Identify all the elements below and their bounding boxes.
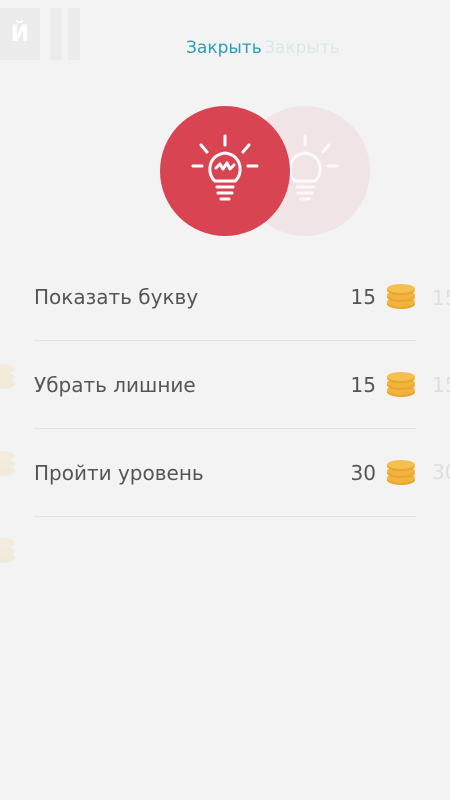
background-letter-tile: Й [0,8,40,60]
hint-label: Пройти уровень [34,460,204,485]
hint-remove-extra[interactable]: Убрать лишние 15 [34,341,416,429]
coin-stack-icon [0,451,15,476]
hint-list: Показать букву 15 Убрать лишние 15 Пройт… [34,253,416,517]
hint-price: 30 [350,459,416,486]
hint-skip-level[interactable]: Пройти уровень 30 [34,429,416,517]
ghost-price: 15 [432,286,450,310]
coin-stack-icon [387,283,415,309]
price-value: 15 [350,372,376,397]
price-value: 30 [350,460,376,485]
ghost-price: 30 [432,460,450,484]
background-tile [68,8,80,60]
hint-show-letter[interactable]: Показать букву 15 [34,253,416,341]
background-tile [50,8,62,60]
coin-stack-icon [387,371,415,397]
close-button[interactable]: Закрыть [186,38,262,58]
lightbulb-icon [191,134,259,201]
price-value: 15 [350,284,376,309]
coin-stack-icon [0,364,15,389]
hint-label: Показать букву [34,284,199,309]
hint-price: 15 [350,371,416,398]
ghost-price: 15 [432,373,450,397]
hint-price: 15 [350,283,416,310]
hint-circle [160,106,290,236]
coin-stack-icon [0,538,15,563]
close-button-ghost: Закрыть [264,38,340,58]
hint-label: Убрать лишние [34,372,196,397]
coin-stack-icon [387,459,415,485]
